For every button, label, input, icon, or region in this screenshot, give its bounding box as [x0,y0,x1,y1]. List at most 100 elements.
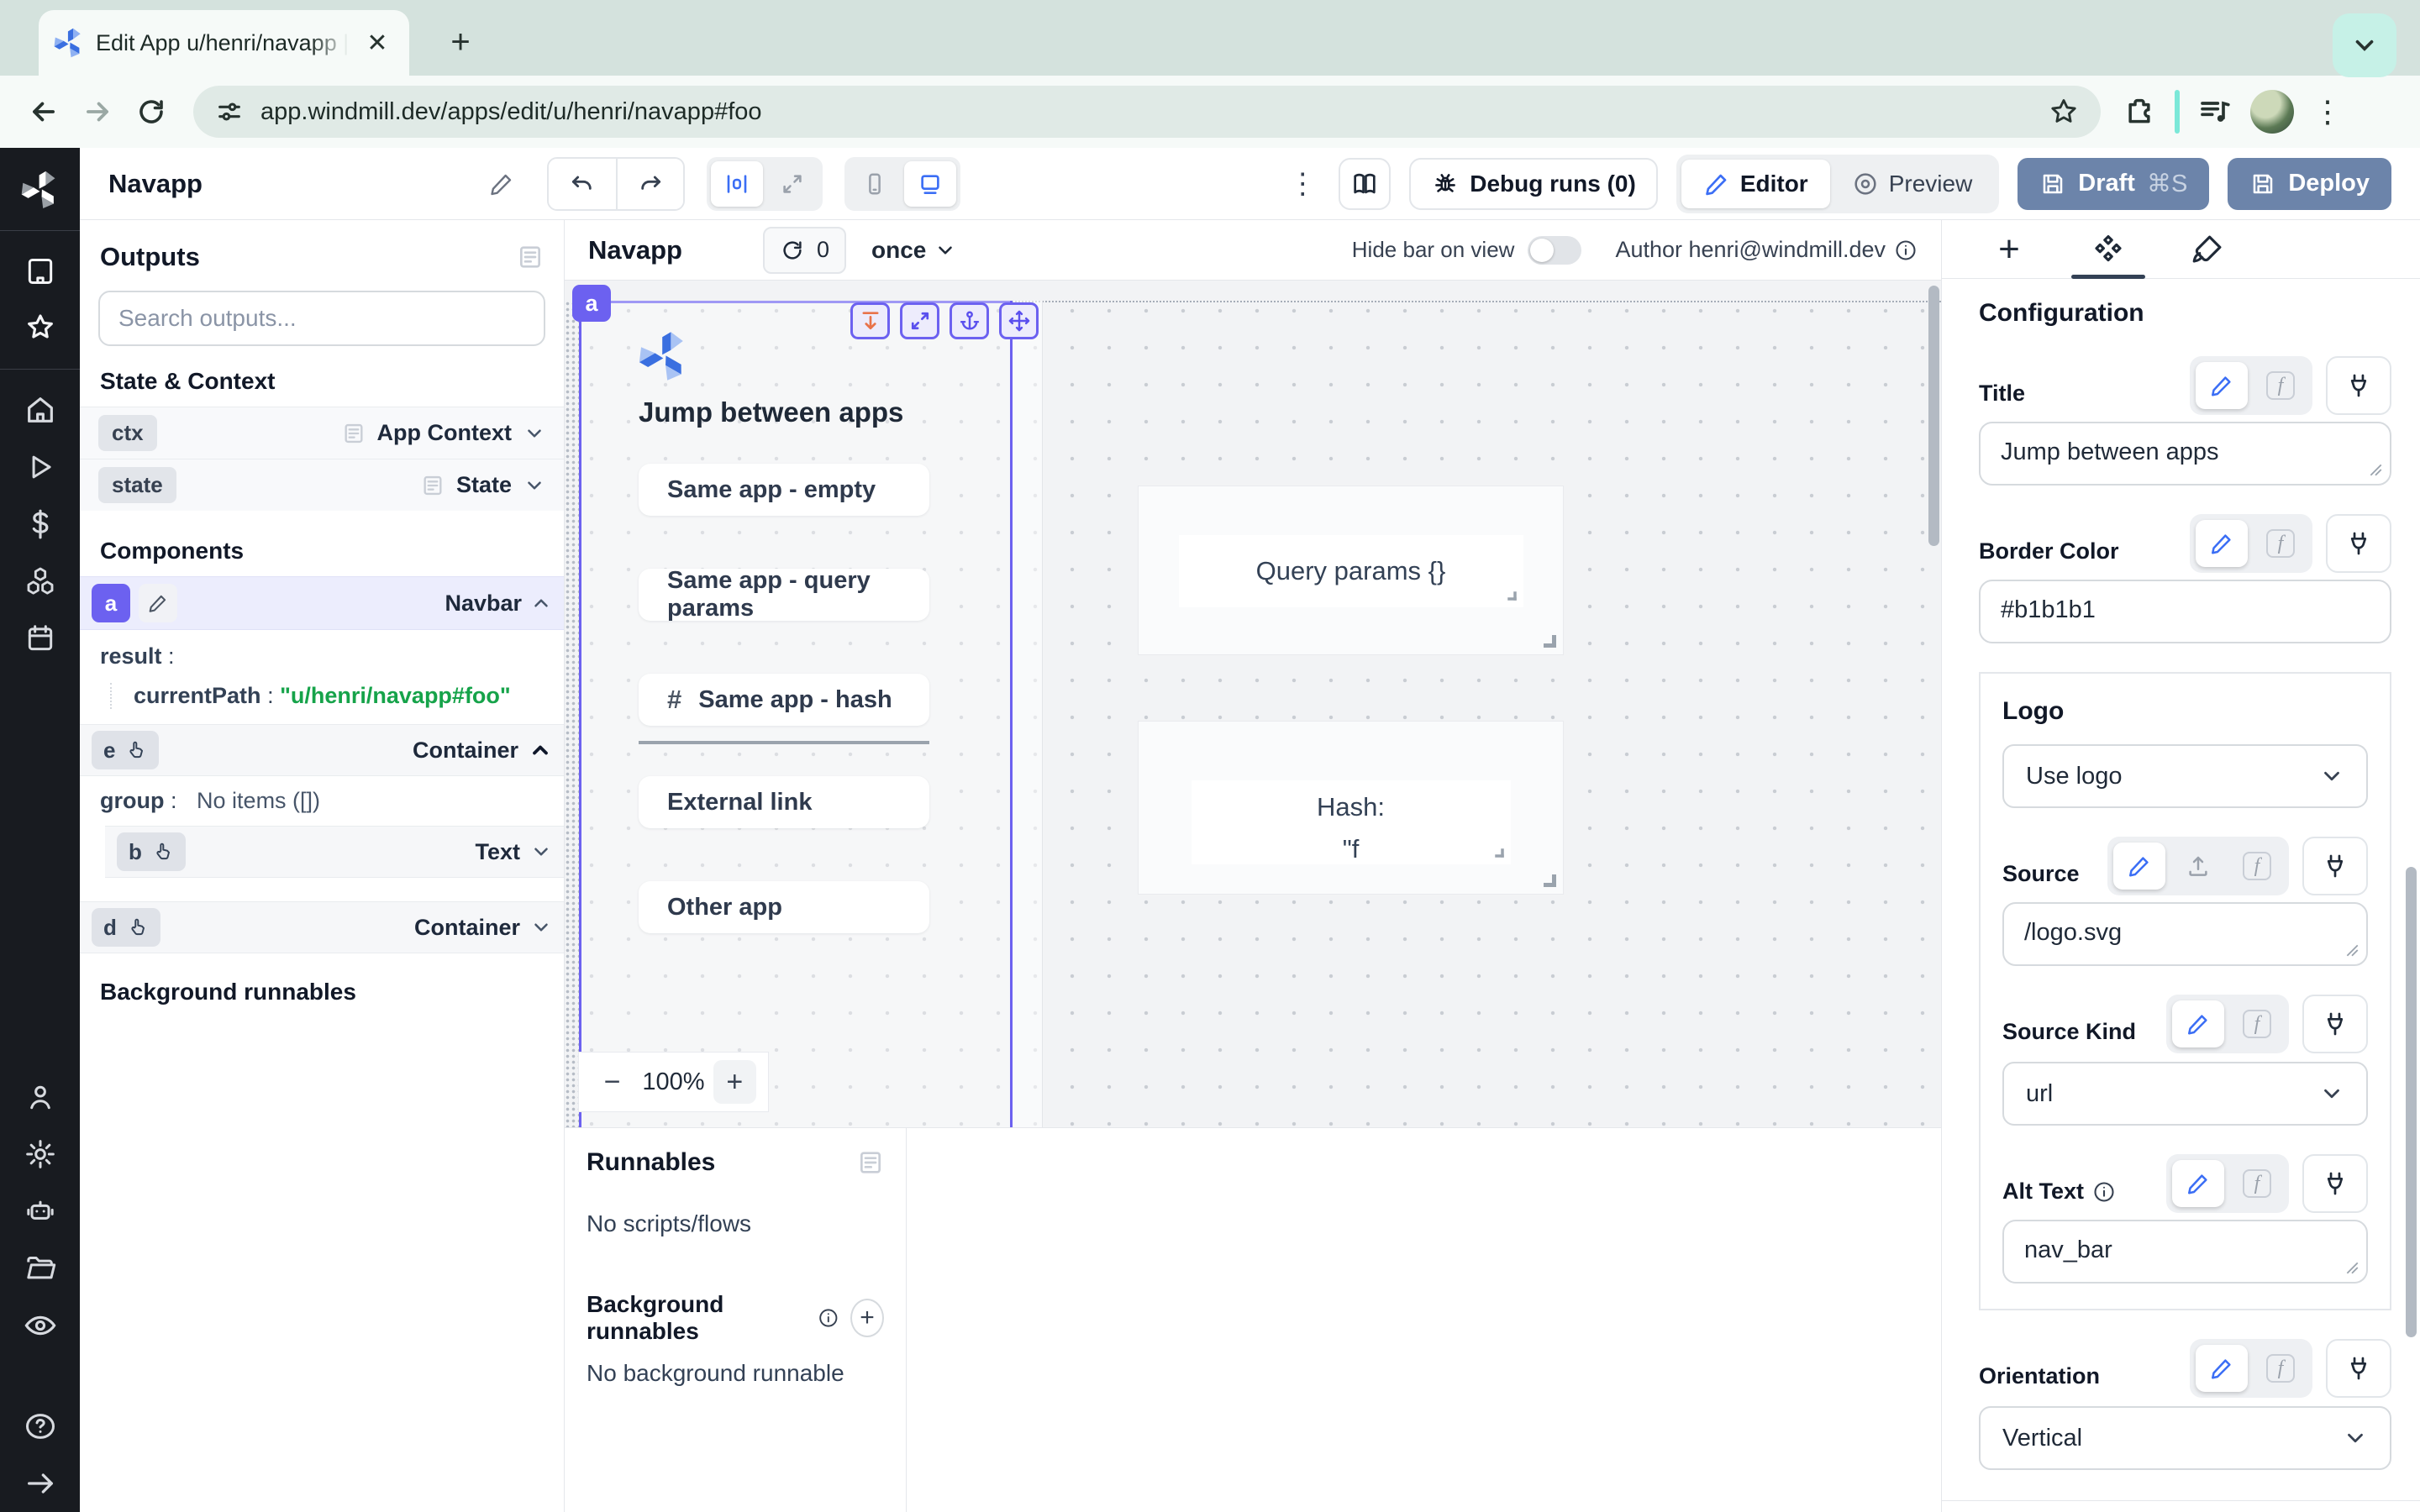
fullscreen-layout-button[interactable] [766,161,818,207]
styling-brush-tab[interactable] [2181,220,2234,279]
chevron-down-icon[interactable] [523,475,545,496]
url-bar[interactable]: app.windmill.dev/apps/edit/u/henri/navap… [193,86,2101,138]
tab-close-icon[interactable]: ✕ [360,26,394,60]
canvas-scrollbar[interactable] [1928,286,1939,1122]
resize-handle-icon[interactable] [1544,874,1556,887]
draft-button[interactable]: Draft ⌘S [2018,158,2209,210]
new-tab-button[interactable]: + [437,18,484,66]
undo-button[interactable] [549,159,616,209]
title-input[interactable]: Jump between apps [1979,422,2391,486]
border-color-input[interactable]: #b1b1b1 [1979,580,2391,643]
browser-menu-icon[interactable]: ⋮ [2312,94,2343,129]
component-row-navbar[interactable]: a Navbar [80,576,564,630]
nav-item-other-app[interactable]: Other app [639,881,929,933]
selected-navbar-component[interactable]: Jump between apps Same app - empty Same … [579,301,1013,1127]
nav-item-external-link[interactable]: External link [639,776,929,828]
chevron-down-icon[interactable] [530,841,552,863]
connect-plug-button[interactable] [2302,995,2368,1053]
component-settings-tab[interactable] [2081,220,2135,279]
function-mode-button[interactable]: f [2254,362,2307,409]
edit-id-pencil-icon[interactable] [139,584,177,622]
nav-item-empty[interactable]: Same app - empty [639,464,929,516]
function-mode-button[interactable]: f [2254,520,2307,567]
folders-icon[interactable] [13,1240,67,1297]
insert-component-tab[interactable]: + [1982,220,2036,279]
static-pencil-button[interactable] [2172,1160,2224,1207]
component-row-container-e[interactable]: e Container [80,724,564,776]
debug-runs-button[interactable]: Debug runs (0) [1409,158,1658,210]
bookmark-star-icon[interactable] [2049,97,2079,127]
expand-button[interactable] [900,302,939,339]
function-mode-button[interactable]: f [2231,843,2283,890]
function-mode-button[interactable]: f [2254,1345,2307,1392]
avatar[interactable] [2250,90,2294,134]
variables-dollar-icon[interactable] [13,496,67,553]
info-icon[interactable] [2092,1180,2116,1204]
desktop-view-button[interactable] [904,161,956,207]
upload-mode-button[interactable] [2172,843,2224,890]
connect-plug-button[interactable] [2326,1339,2391,1398]
home-icon[interactable] [13,381,67,438]
source-input[interactable]: /logo.svg [2002,902,2368,966]
hide-bar-toggle[interactable] [1528,236,1581,265]
component-id-tab[interactable]: a [572,285,611,322]
chevron-up-icon[interactable] [529,738,552,762]
runs-play-icon[interactable] [13,438,67,496]
static-pencil-button[interactable] [2196,362,2248,409]
deploy-button[interactable]: Deploy [2228,158,2391,210]
help-icon[interactable] [13,1398,67,1455]
component-row-container-d[interactable]: d Container [80,901,564,953]
reload-button[interactable] [128,88,175,135]
scrollbar-thumb[interactable] [1928,286,1939,546]
user-icon[interactable] [13,1068,67,1126]
resize-corner-icon[interactable] [2368,462,2383,477]
resize-corner-icon[interactable] [2344,1260,2360,1275]
mobile-view-button[interactable] [849,161,901,207]
extensions-icon[interactable] [2123,95,2156,129]
resize-handle-icon[interactable] [1495,848,1504,858]
alt-text-input[interactable]: nav_bar [2002,1220,2368,1284]
static-pencil-button[interactable] [2113,843,2165,890]
forward-button[interactable] [74,88,121,135]
container-e-group[interactable]: group : No items ([]) [80,776,564,826]
settings-gear-icon[interactable] [13,1126,67,1183]
nav-item-hash[interactable]: # Same app - hash [639,674,929,726]
docs-button[interactable] [1339,158,1391,210]
scrollbar-thumb[interactable] [2406,867,2417,1337]
centered-layout-button[interactable] [711,161,763,207]
back-button[interactable] [20,88,67,135]
ctx-row[interactable]: ctx App Context [80,407,564,459]
media-controls-icon[interactable] [2198,95,2232,129]
static-pencil-button[interactable] [2172,1000,2224,1047]
schedules-calendar-icon[interactable] [13,610,67,667]
query-params-container[interactable]: Query params {} [1139,486,1563,654]
expand-down-button[interactable] [850,302,890,339]
panel-doc-icon[interactable] [517,244,544,270]
windmill-logo[interactable] [13,161,67,218]
preview-tab[interactable]: Preview [1830,160,1995,208]
function-mode-button[interactable]: f [2231,1160,2283,1207]
workspace-icon[interactable] [13,243,67,300]
chevron-up-icon[interactable] [530,592,552,614]
settings-scrollbar[interactable] [2406,279,2417,1512]
move-button[interactable] [999,302,1039,339]
window-chevron-button[interactable] [2333,13,2396,77]
connect-plug-button[interactable] [2326,356,2391,415]
eye-icon[interactable] [13,1297,67,1354]
resize-handle-icon[interactable] [1544,635,1556,648]
hash-container[interactable]: Hash: "f [1139,722,1563,894]
panel-doc-icon[interactable] [857,1149,884,1176]
app-canvas[interactable]: Jump between apps Same app - empty Same … [565,281,1941,1127]
add-background-runnable-button[interactable]: + [850,1299,884,1337]
chevron-down-icon[interactable] [523,423,545,444]
zoom-out-button[interactable]: − [591,1060,634,1104]
zoom-in-button[interactable]: + [713,1060,756,1104]
state-row[interactable]: state State [80,459,564,511]
redo-button[interactable] [616,159,683,209]
resize-handle-icon[interactable] [1507,591,1517,601]
browser-tab[interactable]: Edit App u/henri/navapp | Win ✕ [39,10,409,76]
refresh-mode-dropdown[interactable]: once [871,237,956,264]
use-logo-select[interactable]: Use logo [2002,744,2368,808]
anchor-button[interactable] [950,302,989,339]
search-outputs-input[interactable] [98,291,545,346]
